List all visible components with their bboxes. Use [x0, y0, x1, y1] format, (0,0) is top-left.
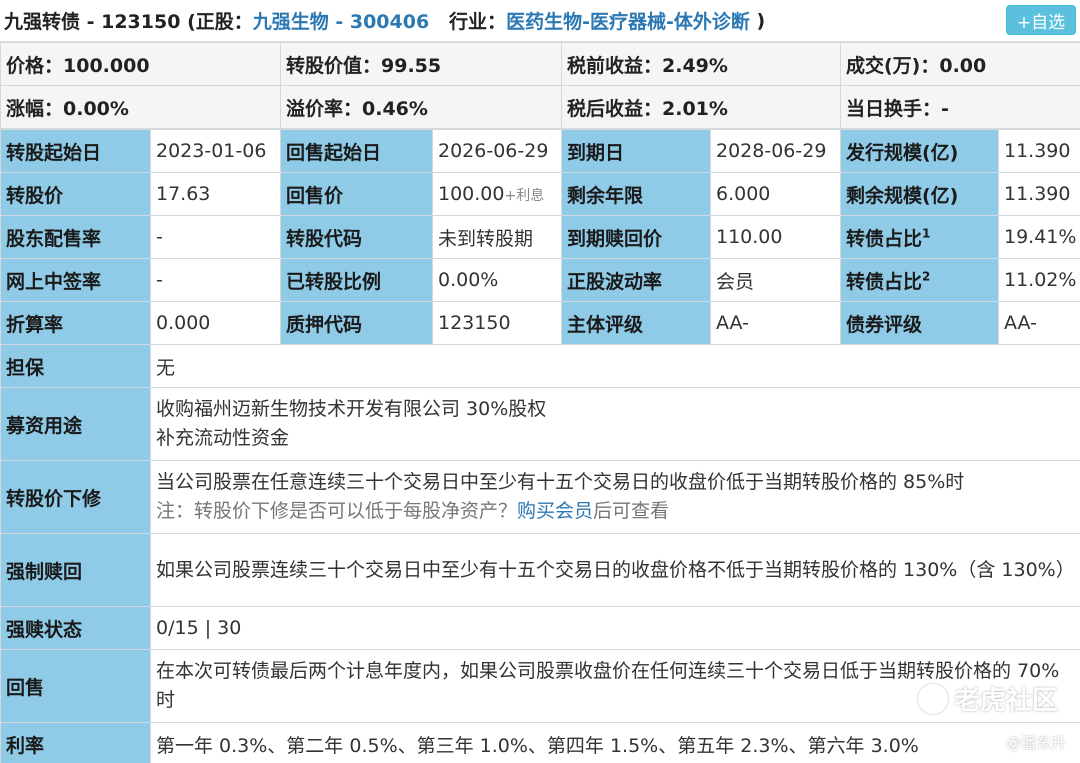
stock-prefix: (正股： [187, 11, 253, 33]
label-volatility: 正股波动率 [561, 258, 711, 302]
pretax-yield-cell: 税前收益：2.49% [561, 42, 841, 86]
value-guarantee: 无 [150, 344, 1080, 388]
label-haircut: 折算率 [0, 301, 151, 345]
label-bond-ratio-1: 转债占比1 [840, 215, 999, 259]
label-conversion-start: 转股起始日 [0, 129, 151, 173]
buy-membership-link[interactable]: 购买会员 [517, 500, 593, 522]
label-remaining-size: 剩余规模(亿) [840, 172, 999, 216]
value-bond-rating: AA- [998, 301, 1080, 345]
value-haircut: 0.000 [150, 301, 281, 345]
label-converted-ratio: 已转股比例 [280, 258, 433, 302]
summary-row: 价格：100.000 转股价值：99.55 税前收益：2.49% 成交(万)：0… [0, 42, 1080, 86]
label-issuer-rating: 主体评级 [561, 301, 711, 345]
aftertax-yield-cell: 税后收益：2.01% [561, 85, 841, 129]
label-maturity: 到期日 [561, 129, 711, 173]
label-redemption-price: 到期赎回价 [561, 215, 711, 259]
details-table: 转股起始日 2023-01-06 回售起始日 2026-06-29 到期日 20… [0, 129, 1080, 763]
watermark-logo: 老虎社区 [917, 680, 1058, 717]
label-pledge-code: 质押代码 [280, 301, 433, 345]
footnote-1: 1 [922, 226, 931, 241]
watermark-user: @潘东升 [1005, 734, 1066, 752]
label-forced-redemption: 强制赎回 [0, 533, 151, 607]
value-remaining-years: 6.000 [710, 172, 841, 216]
label-interest-rate: 利率 [0, 722, 151, 763]
tiger-logo-icon [917, 683, 948, 714]
value-put-price: 100.00+利息 [432, 172, 562, 216]
value-bond-ratio-1: 19.41% [998, 215, 1080, 259]
table-row: 利率 第一年 0.3%、第二年 0.5%、第三年 1.0%、第四年 1.5%、第… [0, 722, 1080, 763]
label-allotment-rate: 股东配售率 [0, 215, 151, 259]
put-price-interest: +利息 [504, 188, 545, 204]
label-redemption-status: 强赎状态 [0, 606, 151, 650]
value-bond-ratio-2: 11.02% [998, 258, 1080, 302]
summary-table: 价格：100.000 转股价值：99.55 税前收益：2.49% 成交(万)：0… [0, 42, 1080, 129]
page-title: 九强转债 - 123150 (正股： 九强生物 - 300406 行业： 医药生… [0, 0, 1080, 42]
volume-cell: 成交(万)：0.00 [840, 42, 1080, 86]
label-bond-ratio-2: 转债占比2 [840, 258, 999, 302]
table-row: 网上中签率 - 已转股比例 0.00% 正股波动率 会员 转债占比2 11.02… [0, 258, 1080, 302]
value-price-reset: 当公司股票在任意连续三十个交易日中至少有十五个交易日的收盘价低于当期转股价格的 … [150, 460, 1080, 534]
label-issue-size: 发行规模(亿) [840, 129, 999, 173]
industry-link[interactable]: 医药生物-医疗器械-体外诊断 [506, 7, 750, 34]
value-redemption-price: 110.00 [710, 215, 841, 259]
value-remaining-size: 11.390 [998, 172, 1080, 216]
footnote-2: 2 [922, 269, 931, 284]
table-row: 担保 无 [0, 344, 1080, 388]
label-lottery-rate: 网上中签率 [0, 258, 151, 302]
value-allotment-rate: - [150, 215, 281, 259]
value-forced-redemption: 如果公司股票连续三十个交易日中至少有十五个交易日的收盘价格不低于当期转股价格的 … [150, 533, 1080, 607]
price-reset-note: 注：转股价下修是否可以低于每股净资产？ [156, 500, 518, 522]
value-converted-ratio: 0.00% [432, 258, 562, 302]
premium-cell: 溢价率：0.46% [280, 85, 562, 129]
value-fund-use: 收购福州迈新生物技术开发有限公司 30%股权 补充流动性资金 [150, 387, 1080, 461]
table-row: 转股起始日 2023-01-06 回售起始日 2026-06-29 到期日 20… [0, 129, 1080, 173]
label-conversion-price: 转股价 [0, 172, 151, 216]
label-bond-rating: 债券评级 [840, 301, 999, 345]
price-cell: 价格：100.000 [0, 42, 281, 86]
table-row: 转股价下修 当公司股票在任意连续三十个交易日中至少有十五个交易日的收盘价低于当期… [0, 460, 1080, 534]
industry-prefix: 行业： [449, 11, 507, 33]
value-lottery-rate: - [150, 258, 281, 302]
value-maturity: 2028-06-29 [710, 129, 841, 173]
table-row: 募资用途 收购福州迈新生物技术开发有限公司 30%股权 补充流动性资金 [0, 387, 1080, 461]
value-conversion-price: 17.63 [150, 172, 281, 216]
label-put-start: 回售起始日 [280, 129, 433, 173]
value-pledge-code: 123150 [432, 301, 562, 345]
put-price-number: 100.00 [438, 183, 505, 205]
label-guarantee: 担保 [0, 344, 151, 388]
stock-link[interactable]: 九强生物 - 300406 [253, 7, 429, 34]
label-remaining-years: 剩余年限 [561, 172, 711, 216]
turnover-cell: 当日换手：- [840, 85, 1080, 129]
label-conversion-code: 转股代码 [280, 215, 433, 259]
label-price-reset: 转股价下修 [0, 460, 151, 534]
label-put: 回售 [0, 649, 151, 723]
table-row: 股东配售率 - 转股代码 未到转股期 到期赎回价 110.00 转债占比1 19… [0, 215, 1080, 259]
value-conversion-code: 未到转股期 [432, 215, 562, 259]
table-row: 折算率 0.000 质押代码 123150 主体评级 AA- 债券评级 AA- [0, 301, 1080, 345]
value-redemption-status: 0/15 | 30 [150, 606, 1080, 650]
value-issue-size: 11.390 [998, 129, 1080, 173]
summary-row: 涨幅：0.00% 溢价率：0.46% 税后收益：2.01% 当日换手：- [0, 85, 1080, 129]
label-put-price: 回售价 [280, 172, 433, 216]
table-row: 转股价 17.63 回售价 100.00+利息 剩余年限 6.000 剩余规模(… [0, 172, 1080, 216]
table-row: 强制赎回 如果公司股票连续三十个交易日中至少有十五个交易日的收盘价格不低于当期转… [0, 533, 1080, 607]
title-suffix: ) [756, 9, 766, 32]
conversion-value-cell: 转股价值：99.55 [280, 42, 562, 86]
bond-name: 九强转债 - 123150 [4, 11, 181, 33]
value-put-start: 2026-06-29 [432, 129, 562, 173]
table-row: 强赎状态 0/15 | 30 [0, 606, 1080, 650]
member-link[interactable]: 会员 [710, 258, 841, 302]
value-issuer-rating: AA- [710, 301, 841, 345]
label-fund-use: 募资用途 [0, 387, 151, 461]
value-conversion-start: 2023-01-06 [150, 129, 281, 173]
add-favorite-button[interactable]: +自选 [1006, 5, 1076, 35]
change-cell: 涨幅：0.00% [0, 85, 281, 129]
value-interest-rate: 第一年 0.3%、第二年 0.5%、第三年 1.0%、第四年 1.5%、第五年 … [150, 722, 1080, 763]
